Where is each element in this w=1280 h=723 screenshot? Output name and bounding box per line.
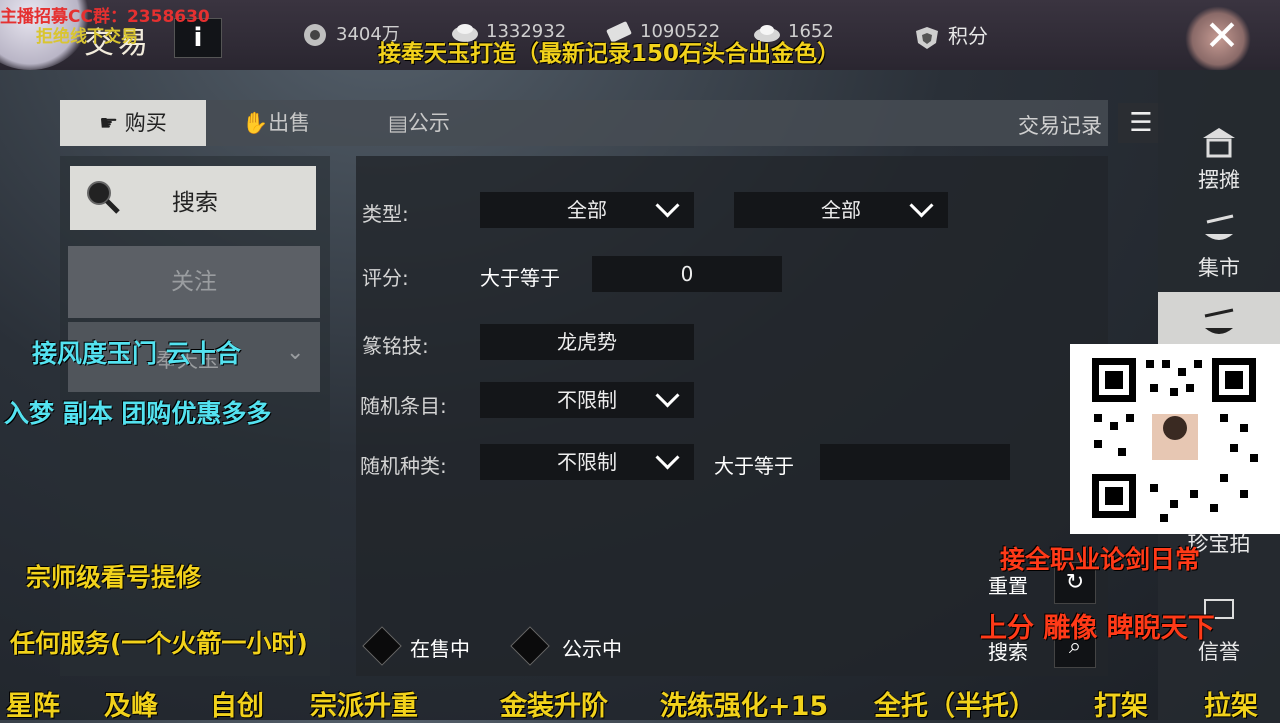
coin-icon: [300, 23, 330, 47]
overlay-bottom-item: 宗派升重: [310, 691, 418, 722]
chevron-down-icon: [655, 383, 680, 408]
market-icon: [1199, 212, 1239, 248]
type-label: 类型:: [362, 202, 409, 226]
close-button[interactable]: ✕: [1196, 10, 1248, 62]
random-entry-select[interactable]: 不限制: [480, 382, 694, 418]
overlay-left-3: 宗师级看号提修: [26, 563, 202, 592]
overlay-banner: 接奉天玉打造（最新记录150石头合出金色）: [378, 41, 841, 67]
random-kind-operator: 大于等于: [714, 454, 794, 478]
overlay-right-2: 上分 雕像 睥睨天下: [980, 613, 1215, 644]
overlay-bottom-item: 全托（半托）: [874, 691, 1036, 722]
public-label: 公示中: [562, 637, 622, 661]
tab-bar: ☛ 购买 ✋出售 ▤公示 交易记录 ☰: [60, 100, 1164, 146]
score-label: 评分:: [362, 266, 409, 290]
tab-announce[interactable]: ▤公示: [388, 100, 498, 146]
sidenav-item-stall[interactable]: 摆摊: [1158, 110, 1280, 200]
skill-select[interactable]: 龙虎势: [480, 324, 694, 360]
random-kind-label: 随机种类:: [360, 454, 447, 478]
overlay-bottom-item: 洗练强化+15: [660, 691, 829, 722]
random-kind-input[interactable]: [820, 444, 1010, 480]
overlay-left-2: 入梦 副本 团购优惠多多: [4, 399, 272, 428]
sell-icon: ✋: [242, 111, 269, 135]
follow-button[interactable]: 关注: [68, 246, 320, 318]
overlay-bottom-item: 金装升阶: [500, 691, 608, 722]
score-operator: 大于等于: [480, 266, 560, 290]
overlay-bottom-item: 自创: [210, 691, 264, 722]
type-select-2[interactable]: 全部: [734, 192, 948, 228]
overlay-bottom-item: 及峰: [104, 691, 158, 722]
overlay-offline: 拒绝线下交易: [36, 27, 138, 47]
shield-icon: [912, 26, 942, 50]
magnifier-icon: [84, 178, 122, 222]
overlay-right-1: 接全职业论剑日常: [1000, 545, 1201, 574]
overlay-left-1: 接风度玉门 云十合: [32, 339, 241, 368]
scale-icon: [1199, 306, 1239, 342]
chevron-down-icon: [655, 193, 680, 218]
qr-code-image: [1070, 344, 1280, 534]
sidenav-item-trade[interactable]: [1158, 292, 1280, 352]
overlay-bottom-item: 星阵: [6, 691, 60, 722]
chevron-down-icon: [655, 445, 680, 470]
overlay-bottom-bar: 星阵 及峰 自创 宗派升重 金装升阶 洗练强化+15 全托（半托） 打架 拉架: [0, 684, 1280, 722]
points[interactable]: 积分: [912, 20, 988, 49]
search-button[interactable]: 搜索: [70, 166, 316, 230]
sidenav-item-market[interactable]: 集市: [1158, 198, 1280, 288]
tab-buy[interactable]: ☛ 购买: [60, 100, 206, 146]
overlay-bottom-item: 打架: [1094, 691, 1148, 722]
chevron-down-icon: ⌄: [286, 340, 305, 365]
score-input[interactable]: 0: [592, 256, 782, 292]
type-select-1[interactable]: 全部: [480, 192, 694, 228]
on-sale-label: 在售中: [410, 637, 470, 661]
overlay-left-4: 任何服务(一个火箭一小时): [10, 629, 308, 658]
tab-sell[interactable]: ✋出售: [242, 100, 352, 146]
trade-record-link[interactable]: 交易记录: [1018, 110, 1102, 140]
skill-label: 篆铭技:: [362, 334, 429, 358]
buy-icon: ☛: [99, 111, 119, 135]
random-kind-select[interactable]: 不限制: [480, 444, 694, 480]
random-entry-label: 随机条目:: [360, 394, 447, 418]
announce-icon: ▤: [388, 111, 408, 135]
chevron-down-icon: [909, 193, 934, 218]
stall-icon: [1199, 124, 1239, 160]
overlay-bottom-item: 拉架: [1204, 691, 1258, 722]
